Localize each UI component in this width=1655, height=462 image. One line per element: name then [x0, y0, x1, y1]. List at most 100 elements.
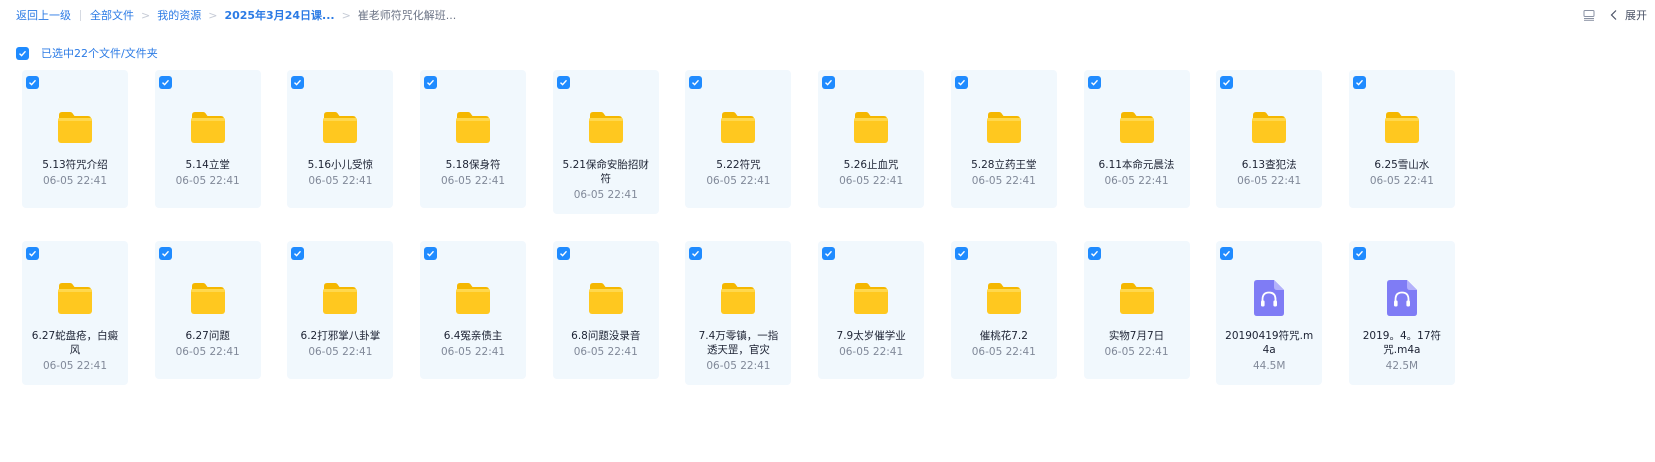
item-thumbnail	[155, 102, 261, 152]
item-thumbnail	[1349, 273, 1455, 323]
item-size: 42.5M	[1385, 360, 1419, 372]
item-thumbnail	[951, 273, 1057, 323]
item-checkbox[interactable]	[954, 76, 968, 89]
item-checkbox[interactable]	[1220, 247, 1234, 260]
item-checkbox[interactable]	[822, 247, 836, 260]
item-name: 5.13符咒介绍	[42, 159, 108, 171]
item-thumbnail	[1349, 102, 1455, 152]
folder-item[interactable]: 6.27蛇盘疮，白癜风 06-05 22:41	[22, 241, 128, 385]
item-checkbox[interactable]	[689, 76, 703, 89]
folder-item[interactable]: 6.2打邪掌八卦掌 06-05 22:41	[287, 241, 394, 379]
item-checkbox[interactable]	[158, 76, 172, 89]
item-name: 5.28立药王堂	[971, 159, 1037, 171]
folder-item[interactable]: 5.28立药王堂 06-05 22:41	[950, 70, 1057, 208]
item-checkbox[interactable]	[689, 247, 703, 260]
folder-item[interactable]: 6.4冤亲债主 06-05 22:41	[420, 241, 527, 379]
item-name: 6.27蛇盘疮，白癜风	[31, 330, 119, 356]
item-thumbnail	[818, 102, 924, 152]
item-checkbox[interactable]	[424, 247, 438, 260]
audio-file-icon	[1254, 280, 1285, 316]
breadcrumb-item-course[interactable]: 2025年3月24日课...	[224, 7, 334, 23]
file-grid-row: 6.27蛇盘疮，白癜风 06-05 22:41 6.27问题 06-05 22:41 6…	[22, 241, 1462, 412]
check-icon	[1355, 79, 1363, 86]
list-view-icon[interactable]	[1583, 9, 1595, 21]
folder-item[interactable]: 6.8问题没录音 06-05 22:41	[552, 241, 659, 379]
folder-item[interactable]: 5.13符咒介绍 06-05 22:41	[22, 70, 128, 208]
item-checkbox[interactable]	[1087, 247, 1101, 260]
folder-item[interactable]: 7.4万零镇，一指透天罡，官灾 06-05 22:41	[685, 241, 792, 385]
item-checkbox[interactable]	[158, 247, 172, 260]
item-name: 6.4冤亲债主	[443, 330, 503, 342]
folder-item[interactable]: 实物7月7日 06-05 22:41	[1083, 241, 1190, 379]
item-name: 6.27问题	[185, 330, 230, 342]
item-name: 5.22符咒	[716, 159, 761, 171]
folder-item[interactable]: 6.27问题 06-05 22:41	[154, 241, 261, 379]
item-size: 44.5M	[1252, 360, 1286, 372]
folder-icon	[721, 111, 756, 143]
check-icon	[1223, 250, 1231, 257]
folder-item[interactable]: 5.18保身符 06-05 22:41	[420, 70, 527, 208]
check-icon	[692, 250, 700, 257]
folder-item[interactable]: 6.11本命元晨法 06-05 22:41	[1083, 70, 1190, 208]
breadcrumb-divider	[80, 9, 81, 21]
item-date: 06-05 22:41	[706, 175, 771, 187]
item-name: 2019。4。17符咒.m4a	[1362, 330, 1441, 356]
check-icon	[427, 79, 435, 86]
folder-item[interactable]: 5.21保命安胎招财符 06-05 22:41	[552, 70, 659, 214]
folder-item[interactable]: 5.14立堂 06-05 22:41	[154, 70, 261, 208]
item-checkbox[interactable]	[424, 76, 438, 89]
folder-icon	[854, 282, 889, 314]
item-checkbox[interactable]	[26, 247, 39, 260]
file-item[interactable]: 20190419符咒.m4a 44.5M	[1216, 241, 1323, 385]
check-icon	[29, 79, 37, 86]
folder-item[interactable]: 5.22符咒 06-05 22:41	[685, 70, 792, 208]
check-icon	[957, 250, 965, 257]
item-name: 6.25雪山水	[1374, 159, 1430, 171]
item-checkbox[interactable]	[556, 76, 570, 89]
folder-item[interactable]: 5.16小儿受惊 06-05 22:41	[287, 70, 394, 208]
folder-icon	[1119, 282, 1154, 314]
breadcrumb-item-all-files[interactable]: 全部文件	[90, 7, 134, 23]
folder-icon	[588, 282, 623, 314]
item-checkbox[interactable]	[26, 76, 39, 89]
item-checkbox[interactable]	[1352, 76, 1366, 89]
check-icon	[427, 250, 435, 257]
item-checkbox[interactable]	[1220, 76, 1234, 89]
select-all-checkbox[interactable]	[16, 46, 29, 60]
check-icon	[1090, 79, 1098, 86]
breadcrumb-item-my-resources[interactable]: 我的资源	[157, 7, 201, 23]
item-checkbox[interactable]	[1352, 247, 1366, 260]
item-name: 7.9太岁催学业	[836, 330, 906, 342]
check-icon	[957, 79, 965, 86]
expand-button[interactable]: 展开	[1625, 7, 1647, 23]
breadcrumb: 返回上一级 全部文件 > 我的资源 > 2025年3月24日课... > 崔老师…	[16, 7, 456, 23]
item-thumbnail	[685, 102, 791, 152]
folder-item[interactable]: 7.9太岁催学业 06-05 22:41	[818, 241, 925, 379]
item-date: 06-05 22:41	[1104, 346, 1169, 358]
back-link[interactable]: 返回上一级	[16, 7, 71, 23]
item-checkbox[interactable]	[556, 247, 570, 260]
item-date: 06-05 22:41	[175, 175, 240, 187]
breadcrumb-item-current: 崔老师符咒化解班...	[357, 9, 457, 22]
folder-icon	[456, 282, 491, 314]
item-checkbox[interactable]	[291, 76, 305, 89]
check-icon	[161, 250, 169, 257]
audio-file-icon	[1386, 280, 1417, 316]
folder-item[interactable]: 5.26止血咒 06-05 22:41	[818, 70, 925, 208]
folder-item[interactable]: 6.25雪山水 06-05 22:41	[1348, 70, 1455, 208]
check-icon	[559, 79, 567, 86]
item-checkbox[interactable]	[1087, 76, 1101, 89]
check-icon	[19, 50, 27, 57]
chevron-left-icon[interactable]	[1609, 9, 1619, 21]
folder-item[interactable]: 催桃花7.2 06-05 22:41	[950, 241, 1057, 379]
item-checkbox[interactable]	[954, 247, 968, 260]
item-thumbnail	[818, 273, 924, 323]
item-checkbox[interactable]	[822, 76, 836, 89]
file-item[interactable]: 2019。4。17符咒.m4a 42.5M	[1348, 241, 1455, 385]
item-checkbox[interactable]	[291, 247, 305, 260]
selection-label: 已选中22个文件/文件夹	[41, 47, 158, 60]
item-date: 06-05 22:41	[706, 360, 771, 372]
folder-icon	[1384, 111, 1419, 143]
folder-item[interactable]: 6.13查犯法 06-05 22:41	[1216, 70, 1323, 208]
item-thumbnail	[1216, 273, 1322, 323]
